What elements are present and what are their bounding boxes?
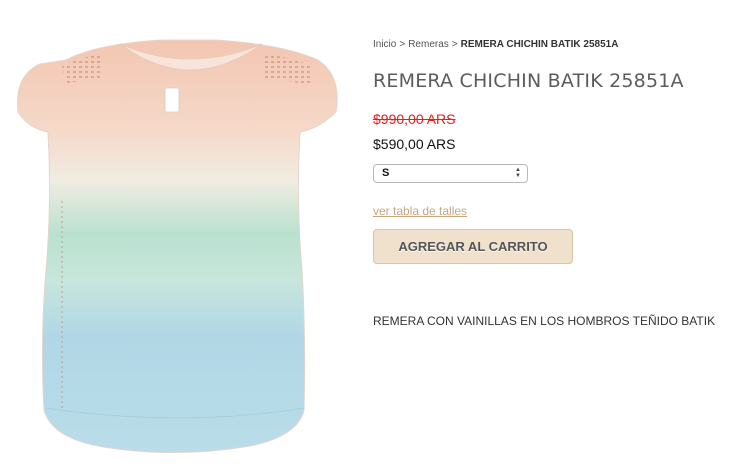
tshirt-illustration [16, 39, 338, 454]
old-price: $990,00 ARS [373, 111, 456, 127]
size-select[interactable]: S ▲ ▼ [373, 164, 528, 183]
breadcrumb-category[interactable]: Remeras [408, 39, 449, 50]
product-title: REMERA CHICHIN BATIK 25851A [373, 70, 684, 92]
breadcrumb-current: REMERA CHICHIN BATIK 25851A [460, 39, 619, 50]
add-to-cart-button[interactable]: AGREGAR AL CARRITO [373, 229, 573, 264]
select-arrows-icon: ▲ ▼ [515, 167, 521, 179]
size-select-value: S [382, 167, 390, 179]
breadcrumb-separator: > [451, 39, 458, 50]
current-price: $590,00 ARS [373, 136, 456, 152]
breadcrumb-separator: > [399, 39, 406, 50]
breadcrumb-home[interactable]: Inicio [373, 39, 396, 50]
product-description: REMERA CON VAINILLAS EN LOS HOMBROS TEÑI… [373, 314, 716, 328]
product-image[interactable] [0, 0, 360, 462]
breadcrumb: Inicio > Remeras > REMERA CHICHIN BATIK 2585… [373, 39, 618, 50]
size-chart-link[interactable]: ver tabla de talles [373, 204, 467, 218]
